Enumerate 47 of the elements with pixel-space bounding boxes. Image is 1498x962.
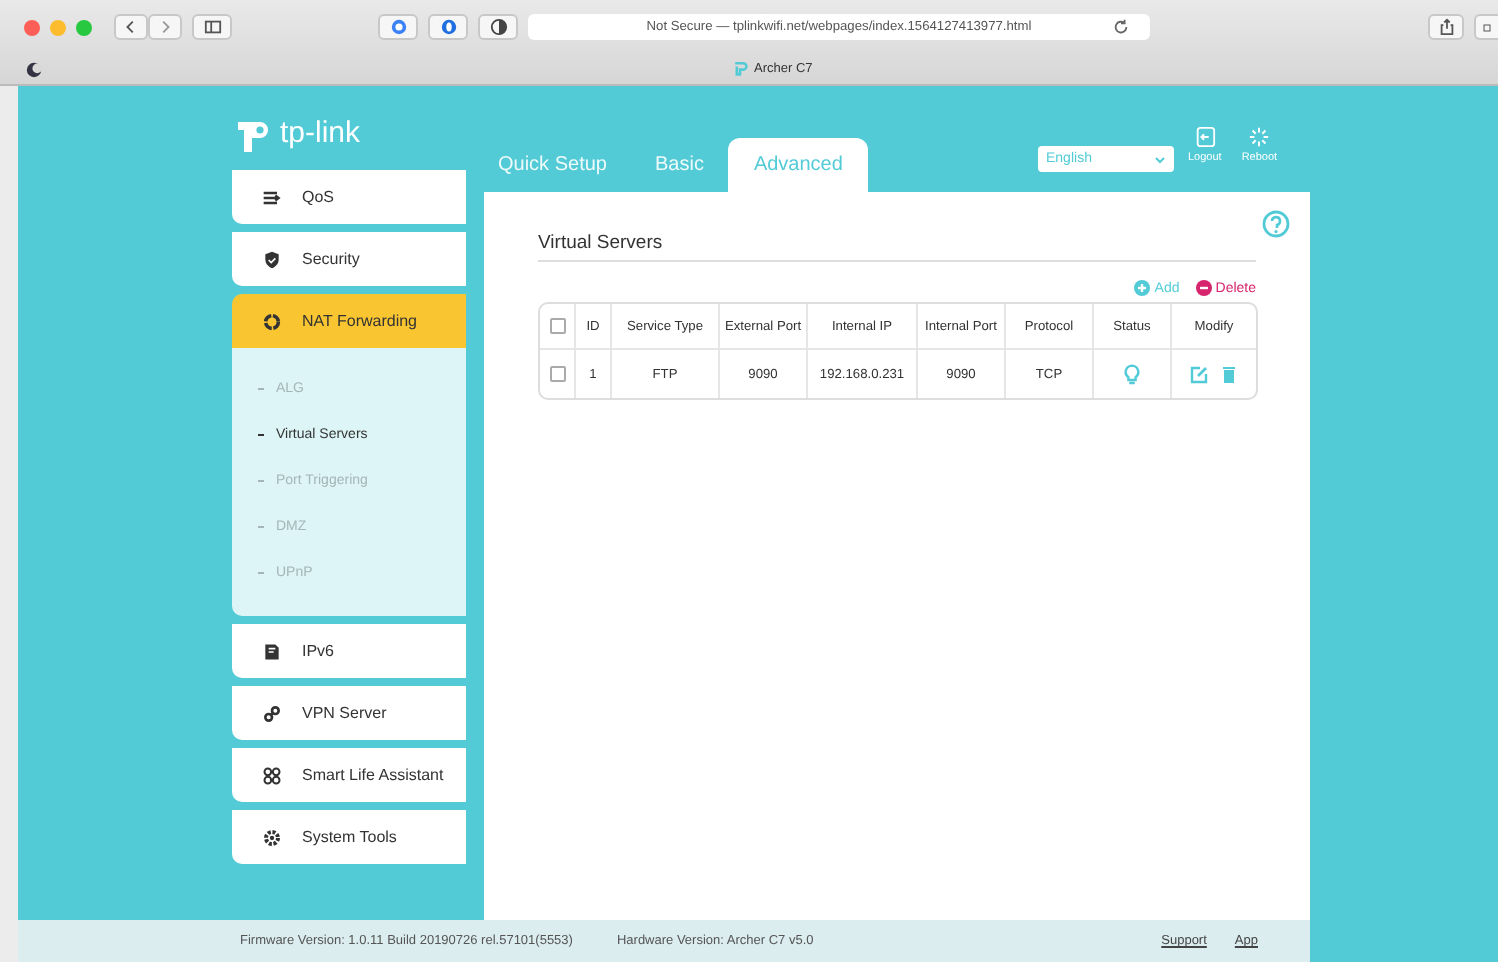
square-icon	[1482, 18, 1492, 36]
trash-icon	[1220, 365, 1238, 383]
row-checkbox[interactable]	[549, 366, 565, 382]
edit-icon	[1190, 365, 1208, 383]
half-circle-icon	[489, 18, 507, 36]
logo-icon	[732, 60, 748, 76]
minimize-window-button[interactable]	[50, 19, 66, 35]
ring-icon	[389, 18, 407, 36]
trash-button[interactable]	[1220, 365, 1238, 383]
sidebar-item[interactable]: QoS	[232, 170, 466, 224]
four-circles-icon	[262, 765, 282, 785]
sidebar-item[interactable]: NAT Forwarding	[232, 294, 466, 348]
zoom-window-button[interactable]	[76, 19, 92, 35]
sidebar-item[interactable]: IPv6	[232, 624, 466, 678]
close-window-button[interactable]	[24, 19, 40, 35]
chevron-down-icon	[1154, 155, 1166, 163]
minus-circle-icon	[1195, 280, 1212, 296]
sidebar-toggle-button[interactable]	[192, 14, 232, 40]
lightbulb-icon[interactable]	[1124, 363, 1140, 385]
reload-icon[interactable]	[1112, 18, 1130, 36]
edit-button[interactable]	[1190, 365, 1208, 383]
section-title: Virtual Servers	[538, 232, 1256, 262]
extension-button[interactable]	[478, 14, 518, 40]
link-icon	[262, 703, 282, 723]
sidebar-icon	[203, 18, 221, 36]
sidebar-item[interactable]: Security	[232, 232, 466, 286]
ring-icon	[262, 311, 282, 331]
logout-icon	[1193, 126, 1216, 148]
sidebar-item[interactable]: System Tools	[232, 810, 466, 864]
sidebar-item[interactable]: VPN Server	[232, 686, 466, 740]
document-icon	[262, 641, 282, 661]
tabs-button[interactable]	[1474, 14, 1498, 40]
moon-icon	[26, 61, 42, 77]
list-arrow-icon	[262, 187, 282, 207]
brand-logo: tp-link	[232, 110, 361, 154]
select-all-checkbox[interactable]	[549, 318, 565, 334]
oval-icon	[439, 18, 457, 36]
spinner-icon	[1248, 126, 1271, 148]
plus-circle-icon	[1134, 280, 1151, 296]
back-button[interactable]	[114, 14, 148, 40]
share-button[interactable]	[1428, 14, 1464, 40]
gear-icon	[262, 827, 282, 847]
extension-button[interactable]	[428, 14, 468, 40]
help-icon[interactable]	[1262, 210, 1290, 238]
share-icon	[1437, 18, 1455, 36]
sidebar-item[interactable]: Smart Life Assistant	[232, 748, 466, 802]
shield-icon	[262, 249, 282, 269]
